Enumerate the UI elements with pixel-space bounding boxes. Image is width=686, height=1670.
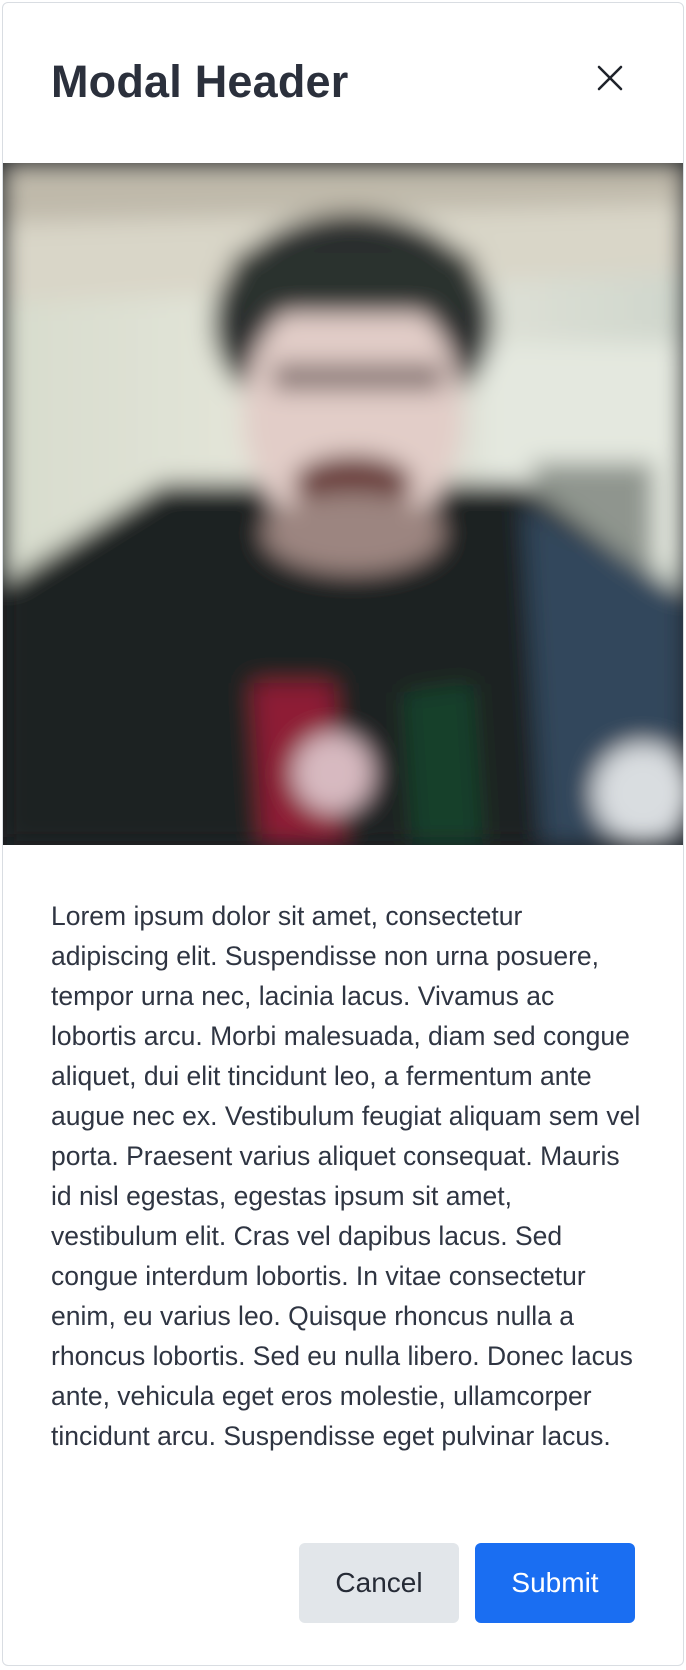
close-button[interactable] [593, 61, 627, 95]
cancel-button[interactable]: Cancel [299, 1543, 459, 1623]
modal-footer: Cancel Submit [299, 1543, 635, 1623]
modal-header: Modal Header [3, 3, 683, 163]
modal-dialog: Modal Header Lorem ipsum dolor sit amet,… [2, 2, 684, 1666]
modal-title: Modal Header [51, 56, 349, 107]
close-icon [593, 61, 627, 95]
modal-body-text: Lorem ipsum dolor sit amet, consectetur … [51, 901, 641, 1451]
modal-photo [3, 163, 683, 845]
submit-button[interactable]: Submit [475, 1543, 635, 1623]
modal-body: Lorem ipsum dolor sit amet, consectetur … [51, 896, 643, 1456]
